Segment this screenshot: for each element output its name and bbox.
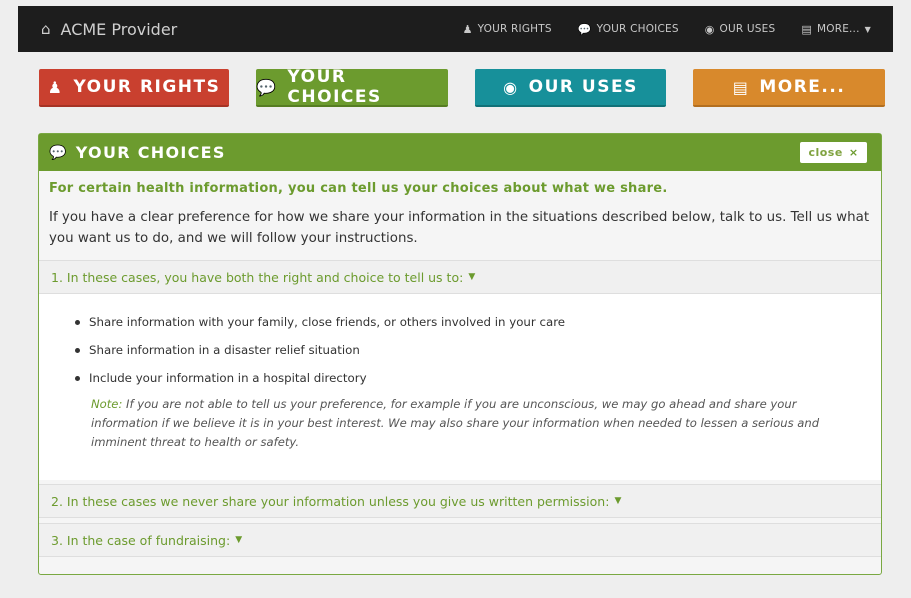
list-item-text: Share information in a disaster relief s…: [89, 343, 360, 357]
nav-link-label: OUR USES: [719, 23, 776, 35]
top-navbar: ⌂ ACME Provider ♟ YOUR RIGHTS 💬 YOUR CHO…: [18, 6, 893, 52]
list-icon: ▤: [732, 77, 750, 97]
close-label: close: [808, 146, 843, 159]
section-title: 3. In the case of fundraising:: [51, 532, 231, 548]
user-icon: ♟: [462, 22, 473, 36]
choice-list: Share information with your family, clos…: [75, 308, 565, 392]
brand-name: ACME Provider: [60, 19, 178, 39]
nav-link-your-choices[interactable]: 💬 YOUR CHOICES: [578, 23, 679, 36]
button-label: OUR USES: [528, 77, 638, 97]
caret-down-icon: ▼: [235, 535, 243, 545]
button-label: YOUR CHOICES: [287, 67, 382, 107]
bullet-icon: [75, 375, 80, 381]
caret-down-icon: ▼: [468, 272, 476, 282]
user-icon: ♟: [47, 77, 64, 97]
home-icon: ⌂: [41, 20, 51, 38]
section-title: 1. In these cases, you have both the rig…: [51, 269, 464, 285]
close-icon: ×: [848, 146, 859, 159]
note-body: If you are not able to tell us your pref…: [91, 397, 820, 449]
caret-down-icon: ▼: [614, 496, 622, 506]
more-button[interactable]: ▤ MORE...: [693, 69, 885, 107]
close-button[interactable]: close ×: [800, 142, 867, 163]
section-title: 2. In these cases we never share your in…: [51, 493, 610, 509]
button-label: MORE...: [759, 77, 846, 97]
section-written-permission-header[interactable]: 2. In these cases we never share your in…: [39, 484, 881, 518]
comments-icon: 💬: [49, 144, 68, 161]
nav-links: ♟ YOUR RIGHTS 💬 YOUR CHOICES ◉ OUR USES …: [463, 6, 893, 52]
note-label: Note:: [91, 397, 123, 411]
bullet-icon: [75, 319, 80, 325]
nav-link-label: MORE...: [816, 23, 860, 35]
section-fundraising-header[interactable]: 3. In the case of fundraising: ▼: [39, 523, 881, 557]
list-item-text: Share information with your family, clos…: [89, 315, 566, 329]
bullet-icon: [75, 347, 80, 353]
list-item-text: Include your information in a hospital d…: [89, 371, 367, 385]
your-rights-button[interactable]: ♟ YOUR RIGHTS: [39, 69, 229, 107]
button-label: YOUR RIGHTS: [73, 77, 221, 97]
nav-link-more[interactable]: ▤ MORE... ▼: [801, 23, 871, 36]
section-right-and-choice-header[interactable]: 1. In these cases, you have both the rig…: [39, 260, 881, 294]
comments-icon: 💬: [577, 22, 592, 36]
intro-text: If you have a clear preference for how w…: [49, 210, 870, 246]
eye-icon: ◉: [704, 22, 715, 36]
our-uses-button[interactable]: ◉ OUR USES: [475, 69, 666, 107]
nav-link-label: YOUR RIGHTS: [477, 23, 552, 35]
panel-title: 💬 YOUR CHOICES: [49, 143, 226, 162]
list-item: Share information in a disaster relief s…: [75, 336, 565, 364]
your-choices-button[interactable]: 💬 YOUR CHOICES: [256, 67, 448, 107]
list-item: Share information with your family, clos…: [75, 308, 565, 336]
note-text: Note: If you are not able to tell us you…: [91, 395, 866, 452]
panel-header: 💬 YOUR CHOICES close ×: [39, 134, 881, 171]
eye-icon: ◉: [503, 77, 519, 97]
comments-icon: 💬: [256, 77, 278, 97]
lead-text: For certain health information, you can …: [49, 181, 668, 196]
list-item: Include your information in a hospital d…: [75, 364, 565, 392]
panel-title-text: YOUR CHOICES: [75, 143, 226, 162]
your-choices-panel: 💬 YOUR CHOICES close × For certain healt…: [38, 133, 882, 575]
nav-link-label: YOUR CHOICES: [596, 23, 679, 35]
caret-down-icon: ▼: [864, 24, 871, 34]
section-right-and-choice-body: Share information with your family, clos…: [39, 294, 881, 480]
nav-link-our-uses[interactable]: ◉ OUR USES: [705, 23, 776, 36]
brand[interactable]: ⌂ ACME Provider: [41, 20, 177, 39]
nav-link-your-rights[interactable]: ♟ YOUR RIGHTS: [463, 23, 552, 36]
list-icon: ▤: [801, 22, 812, 36]
